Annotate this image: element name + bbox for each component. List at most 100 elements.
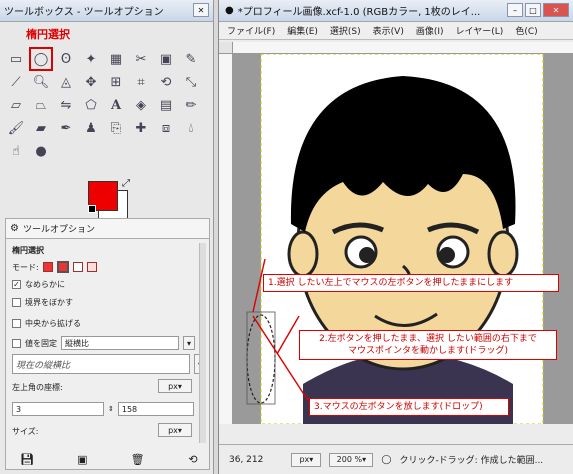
status-icon: ◯ [381,454,392,465]
free-select-icon[interactable]: ʘ [57,50,75,68]
position-x-spinner-icon[interactable]: ⇕ [108,405,114,413]
color-select-icon[interactable]: ▦ [107,50,125,68]
feather-label: 境界をぼかす [25,298,73,307]
tool-options-tab[interactable]: ⚙ ツールオプション [6,219,209,239]
menu-file[interactable]: ファイル(F) [227,24,275,37]
shear-icon[interactable]: ▱ [7,96,25,114]
fixed-mode-value: 縦横比 [65,338,89,348]
fixed-label: 値を固定 [25,338,57,348]
menu-layer[interactable]: レイヤー(L) [456,24,504,37]
rect-select-icon[interactable]: ▭ [7,50,25,68]
crop-icon[interactable]: ⌗ [132,73,150,91]
image-canvas[interactable] [233,54,573,424]
image-title: *プロフィール画像.xcf-1.0 (RGBカラー, 1枚のレイ... [237,7,481,18]
menu-edit[interactable]: 編集(E) [287,24,318,37]
minimize-button[interactable]: – [507,3,523,17]
feather-checkbox[interactable] [12,298,21,307]
fixed-checkbox[interactable] [12,338,21,348]
color-picker-icon[interactable]: ⟋ [7,73,25,91]
heal-icon[interactable]: ✚ [132,119,150,137]
position-y-input[interactable]: 158 [117,402,194,416]
status-bar: 36, 212 px ▾ 200 % ▾ ◯ クリック-ドラッグ: 作成した範囲..… [219,444,573,474]
text-tool-icon[interactable]: A [107,96,125,114]
fixed-mode-select[interactable]: 縦横比 [61,336,179,350]
toolbox-close-button[interactable]: ✕ [193,3,209,17]
bucket-fill-icon[interactable]: ◈ [132,96,150,114]
smudge-icon[interactable]: ☝ [7,142,25,160]
perspective-clone-icon[interactable]: ⧈ [157,119,175,137]
tool-section-label: 楕円選択 [26,28,70,41]
image-window: ● *プロフィール画像.xcf-1.0 (RGBカラー, 1枚のレイ... – … [218,0,573,474]
zoom-value: 200 % [336,455,363,464]
position-unit-select[interactable]: px ▾ [158,379,192,393]
size-unit-select[interactable]: px ▾ [158,423,192,437]
save-options-icon[interactable]: 💾︎ [20,452,34,466]
ratio-input[interactable]: 現在の縦横比 [12,354,190,374]
ruler-corner [219,42,233,54]
dodge-burn-icon[interactable]: ● [32,142,50,160]
cage-icon[interactable]: ⬠ [82,96,100,114]
scissors-icon[interactable]: ✂ [132,50,150,68]
restore-options-icon[interactable]: ▣ [75,452,89,466]
blur-icon[interactable]: 💧︎ [182,119,200,137]
tool-options-scrollbar[interactable] [199,243,206,443]
image-titlebar: ● *プロフィール画像.xcf-1.0 (RGBカラー, 1枚のレイ... – … [219,0,573,22]
antialias-checkbox[interactable]: ✓ [12,280,21,289]
menu-view[interactable]: 表示(V) [373,24,404,37]
paths-icon[interactable]: ✎ [182,50,200,68]
reset-options-icon[interactable]: ⟲ [186,452,200,466]
step2-text-2: マウスポインタを動かします(ドラッグ) [347,346,509,357]
ellipse-select-icon[interactable]: ◯ [29,47,53,71]
unit-select[interactable]: px ▾ [291,452,322,467]
swap-colors-icon[interactable]: ⤢ [122,178,130,189]
menu-select[interactable]: 選択(S) [330,24,361,37]
foreground-select-icon[interactable]: ▣ [157,50,175,68]
step2-callout: 2.左ボタンを押したまま、選択 したい範囲の右下まで マウスポインタを動かします… [299,330,557,361]
status-message: クリック-ドラッグ: 作成した範囲... [399,456,544,466]
pointer-coords: 36, 212 [229,454,264,465]
step3-text: 3.マウスの左ボタンを放します(ドロップ) [314,402,483,412]
tool-options-tab-label: ツールオプション [22,225,95,235]
gradient-icon[interactable]: ▤ [157,96,175,114]
maximize-button[interactable]: □ [525,3,541,17]
expand-center-checkbox[interactable] [12,319,21,328]
antialias-label: なめらかに [25,280,65,289]
fixed-mode-dropdown-icon[interactable]: ▾ [183,336,195,350]
pencil-icon[interactable]: ✏ [182,96,200,114]
rotate-icon[interactable]: ⟲ [157,73,175,91]
tool-grid: ▭ ◯ ʘ ✦ ▦ ✂ ▣ ✎ ⟋ 🔍︎ ◬ ✥ ⊞ ⌗ ⟲ ⤡ ▱ ⏢ ⇋ ⬠… [7,47,207,160]
portrait-illustration [246,54,544,424]
airbrush-icon[interactable]: ✒ [57,119,75,137]
zoom-icon[interactable]: 🔍︎ [32,73,50,91]
delete-options-icon[interactable]: 🗑︎ [131,452,145,466]
size-unit-value: px [168,425,178,435]
default-colors-icon[interactable] [88,205,96,213]
ink-icon[interactable]: ♟ [82,119,100,137]
eraser-icon[interactable]: ▰ [32,119,50,137]
close-button[interactable]: ✕ [543,3,569,17]
mode-intersect-icon[interactable] [86,262,97,272]
align-icon[interactable]: ⊞ [107,73,125,91]
menu-bar: ファイル(F) 編集(E) 選択(S) 表示(V) 画像(I) レイヤー(L) … [219,22,573,40]
mode-subtract-icon[interactable] [72,262,83,272]
zoom-select[interactable]: 200 % ▾ [329,452,374,467]
tool-options-panel: ⚙ ツールオプション 楕円選択 モード: ✓ なめらかに 境界をぼかす 中央から… [5,218,210,470]
perspective-icon[interactable]: ⏢ [32,96,50,114]
mode-add-icon[interactable] [56,261,69,273]
paintbrush-icon[interactable]: 🖌︎ [7,119,25,137]
clone-icon[interactable]: ⎘ [107,119,125,137]
tool-name: 楕円選択 [12,246,44,255]
position-x-input[interactable]: 3 [12,402,104,416]
flip-icon[interactable]: ⇋ [57,96,75,114]
mode-replace-icon[interactable] [42,262,53,272]
toolbox-bottom-bar: 💾︎ ▣ 🗑︎ ⟲ [20,452,200,466]
fuzzy-select-icon[interactable]: ✦ [82,50,100,68]
expand-center-label: 中央から拡げる [25,319,81,328]
scale-icon[interactable]: ⤡ [182,73,200,91]
menu-colors[interactable]: 色(C) [515,24,537,37]
toolbox-window: ツールボックス - ツールオプション ✕ 楕円選択 ▭ ◯ ʘ ✦ ▦ ✂ ▣ … [0,0,214,474]
position-y-value: 158 [121,404,138,414]
move-icon[interactable]: ✥ [82,73,100,91]
menu-image[interactable]: 画像(I) [416,24,444,37]
measure-icon[interactable]: ◬ [57,73,75,91]
